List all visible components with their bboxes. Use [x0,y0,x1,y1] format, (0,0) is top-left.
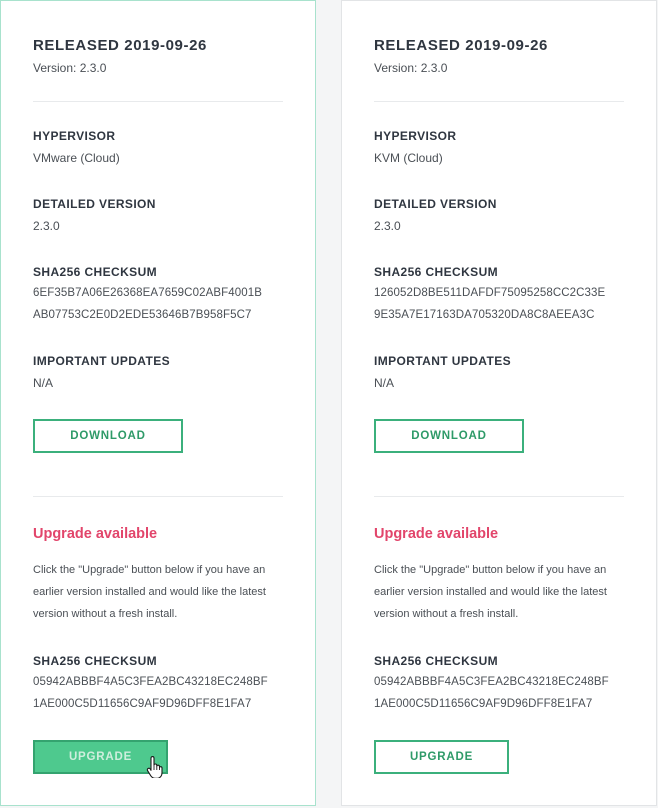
detailed-version-value: 2.3.0 [374,219,401,233]
important-updates-label: IMPORTANT UPDATES [33,354,171,368]
divider [374,496,624,497]
checksum-label: SHA256 CHECKSUM [374,265,499,279]
upgrade-description: Click the "Upgrade" button below if you … [374,564,607,620]
upgrade-available-heading: Upgrade available [33,526,158,542]
hand-pointer-icon [146,756,164,783]
important-updates-value: N/A [33,376,54,390]
upgrade-available-heading: Upgrade available [374,526,499,542]
upgrade-checksum-label: SHA256 CHECKSUM [33,654,158,668]
detailed-version-label: DETAILED VERSION [33,197,156,211]
important-updates-label: IMPORTANT UPDATES [374,354,512,368]
important-updates-value: N/A [374,376,395,390]
checksum-line-2: 9E35A7E17163DA705320DA8C8AEEA3C [374,309,595,321]
download-button[interactable]: DOWNLOAD [374,419,524,453]
hypervisor-value: KVM (Cloud) [374,151,443,165]
upgrade-checksum-label: SHA256 CHECKSUM [374,654,499,668]
divider [33,496,283,497]
hypervisor-value: VMware (Cloud) [33,151,120,165]
checksum-label: SHA256 CHECKSUM [33,265,158,279]
detailed-version-label: DETAILED VERSION [374,197,497,211]
detailed-version-value: 2.3.0 [33,219,60,233]
hypervisor-label: HYPERVISOR [33,129,116,143]
download-button[interactable]: DOWNLOAD [33,419,183,453]
upgrade-button[interactable]: UPGRADE [374,740,509,774]
release-card-kvm: RELEASED 2019-09-26 Version: 2.3.0 HYPER… [341,0,657,806]
divider [374,101,624,102]
divider [33,101,283,102]
release-date-heading: RELEASED 2019-09-26 [374,37,548,54]
release-date-heading: RELEASED 2019-09-26 [33,37,207,54]
checksum-line-1: 126052D8BE511DAFDF75095258CC2C33E [374,287,606,299]
upgrade-checksum-line-1: 05942ABBBF4A5C3FEA2BC43218EC248BF [33,676,268,688]
upgrade-description: Click the "Upgrade" button below if you … [33,564,266,620]
upgrade-checksum-line-2: 1AE000C5D11656C9AF9D96DFF8E1FA7 [374,698,593,710]
upgrade-checksum-line-2: 1AE000C5D11656C9AF9D96DFF8E1FA7 [33,698,252,710]
hypervisor-label: HYPERVISOR [374,129,457,143]
checksum-line-1: 6EF35B7A06E26368EA7659C02ABF4001B [33,287,262,299]
release-card-vmware: RELEASED 2019-09-26 Version: 2.3.0 HYPER… [0,0,316,806]
upgrade-checksum-line-1: 05942ABBBF4A5C3FEA2BC43218EC248BF [374,676,609,688]
checksum-line-2: AB07753C2E0D2EDE53646B7B958F5C7 [33,309,252,321]
release-version: Version: 2.3.0 [374,61,448,75]
release-version: Version: 2.3.0 [33,61,107,75]
